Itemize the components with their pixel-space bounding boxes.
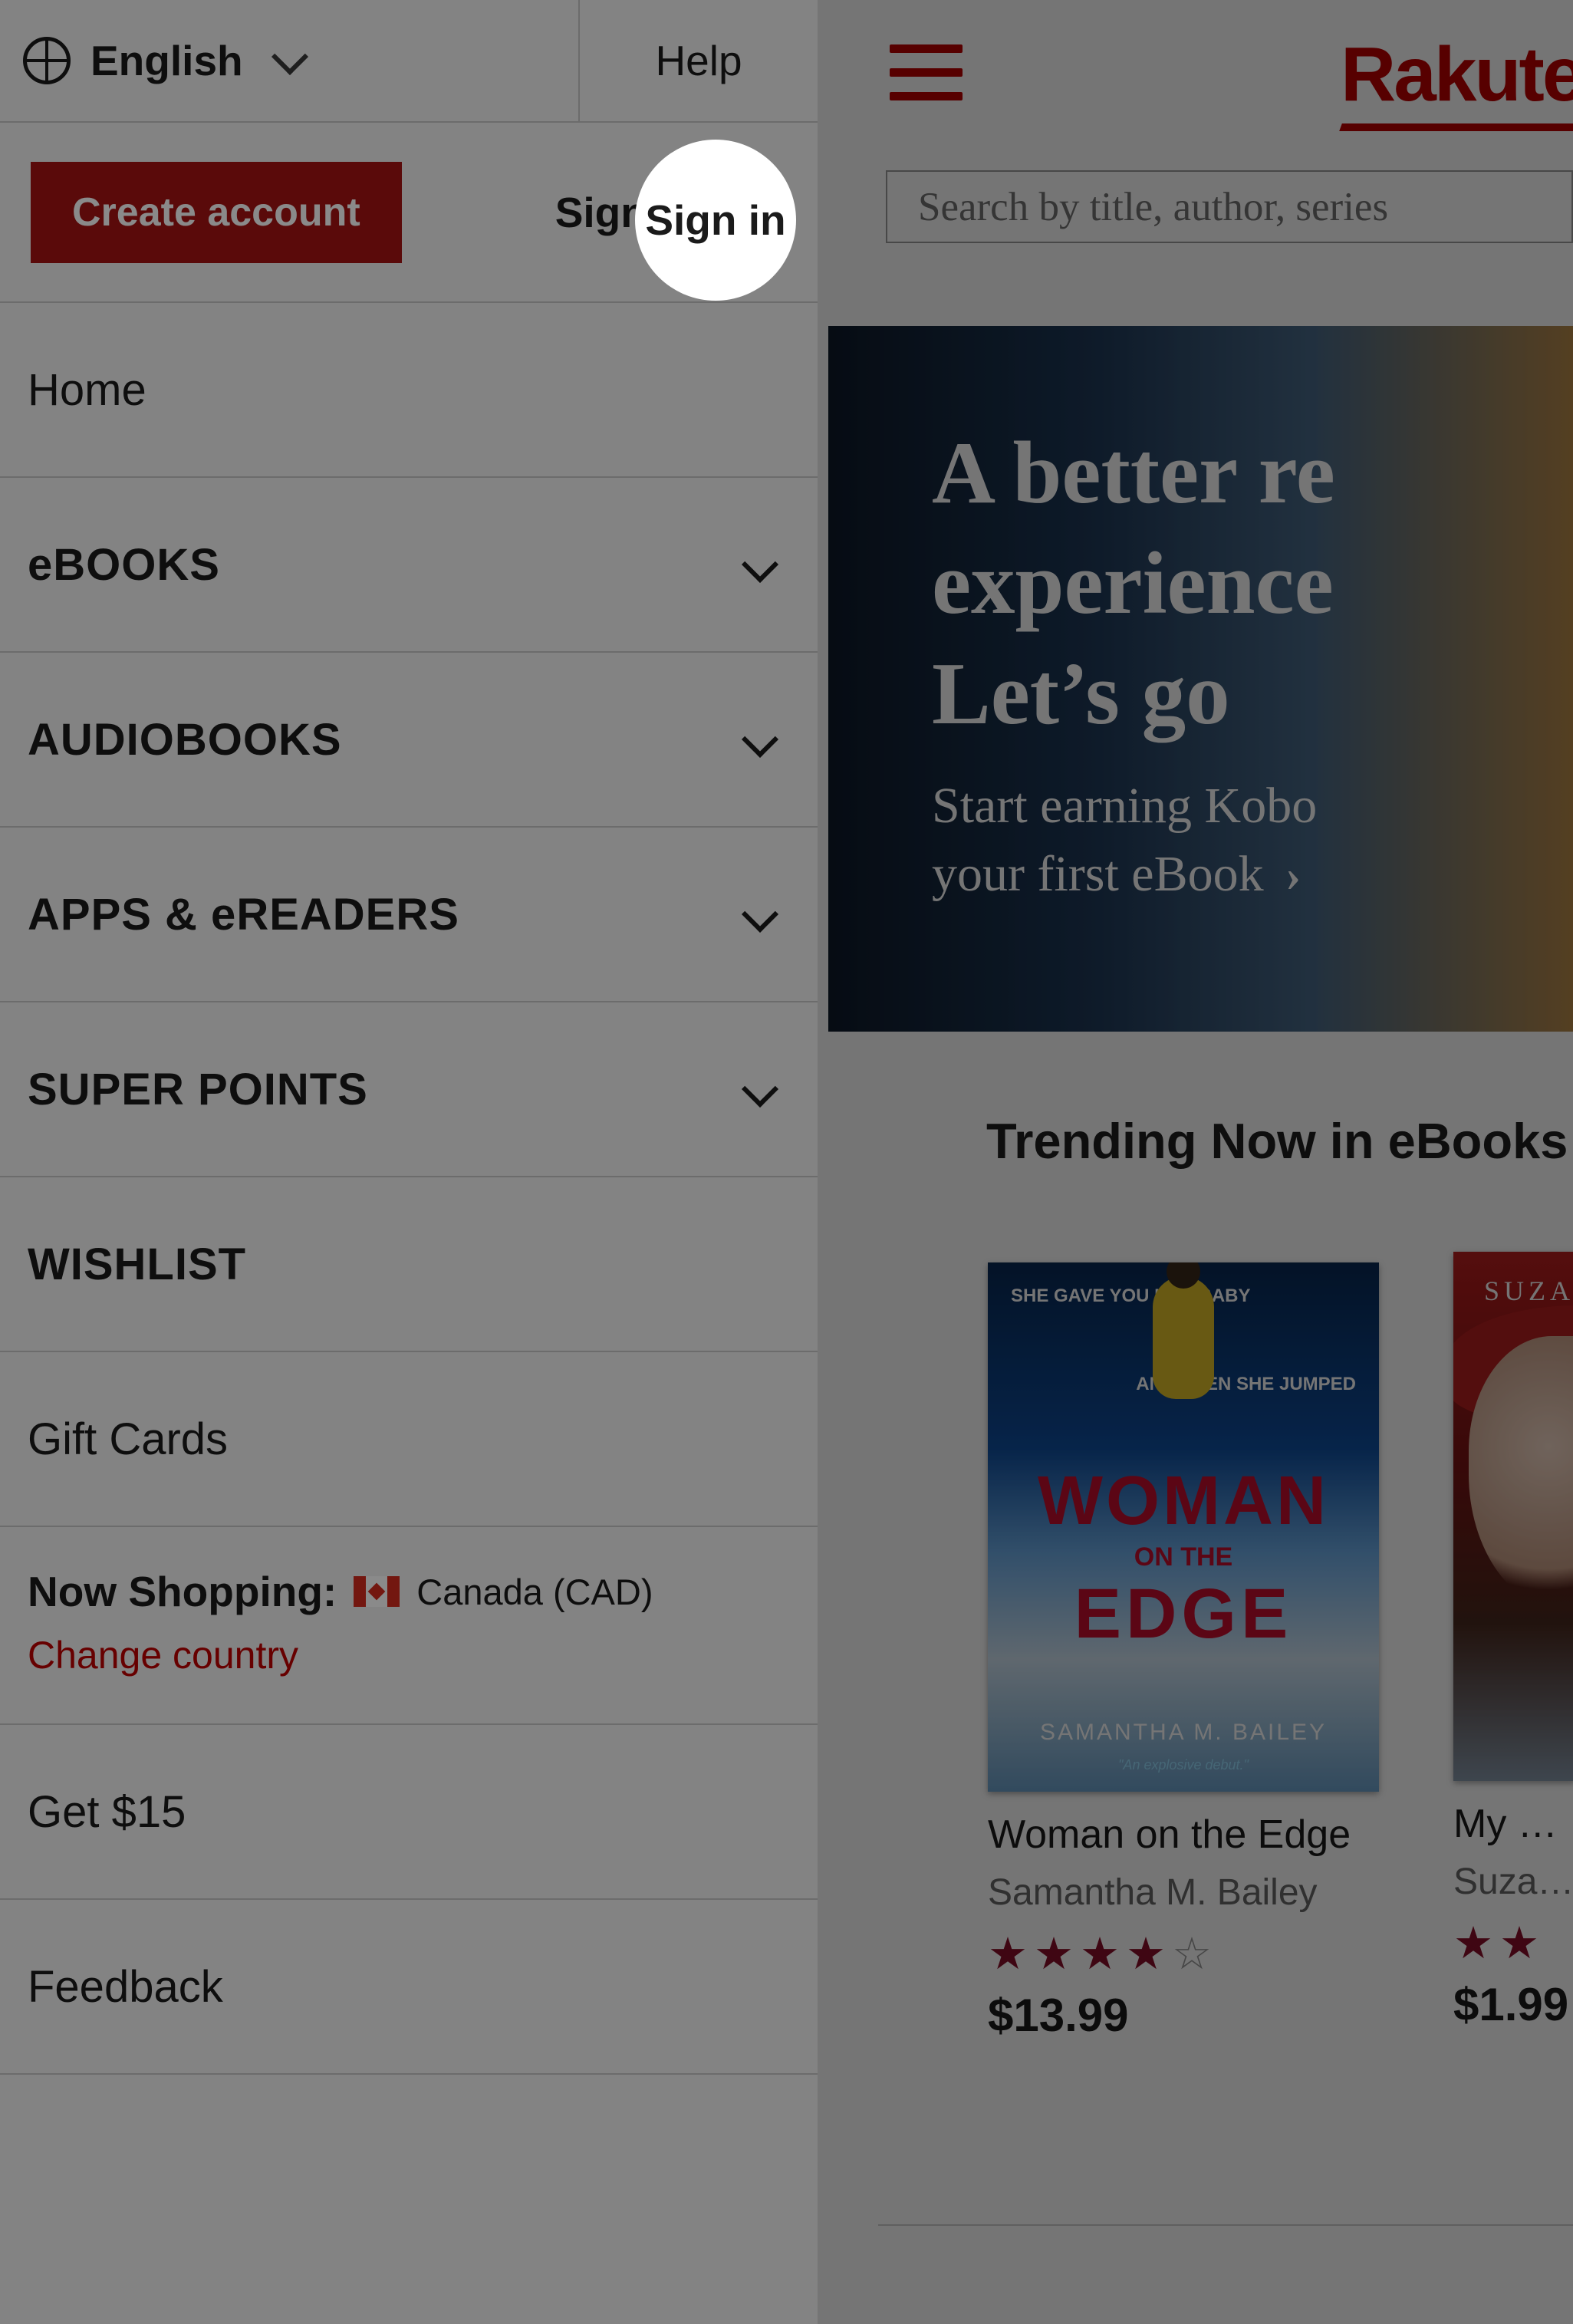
menu-item-feedback[interactable]: Feedback: [0, 1900, 818, 2075]
drawer-top-row: English Help: [0, 0, 818, 123]
menu-label: eBOOKS: [28, 539, 220, 591]
sign-in-highlight-label: Sign in: [645, 196, 785, 245]
menu-label: SUPER POINTS: [28, 1064, 368, 1115]
menu-item-get-15[interactable]: Get $15: [0, 1725, 818, 1900]
now-shopping-block: Now Shopping: Canada (CAD) Change countr…: [0, 1527, 818, 1725]
modal-backdrop[interactable]: [818, 0, 1573, 2324]
language-selector[interactable]: English: [0, 0, 578, 121]
menu-item-ebooks[interactable]: eBOOKS: [0, 478, 818, 653]
drawer-menu-list: Home eBOOKS AUDIOBOOKS APPS & eREADERS SUPER…: [0, 303, 818, 1527]
shopping-location: Canada (CAD): [416, 1571, 653, 1613]
menu-item-audiobooks[interactable]: AUDIOBOOKS: [0, 653, 818, 828]
menu-item-apps-ereaders[interactable]: APPS & eREADERS: [0, 828, 818, 1002]
menu-label: AUDIOBOOKS: [28, 714, 342, 765]
chevron-down-icon: [742, 546, 778, 583]
language-label: English: [90, 36, 243, 85]
now-shopping-label: Now Shopping:: [28, 1567, 337, 1616]
menu-label: WISHLIST: [28, 1239, 246, 1290]
chevron-down-icon: [742, 721, 778, 758]
canada-flag-icon: [354, 1576, 400, 1607]
change-country-link[interactable]: Change country: [28, 1633, 790, 1677]
menu-label: APPS & eREADERS: [28, 889, 459, 940]
sign-in-highlight[interactable]: Sign in: [635, 140, 796, 301]
menu-label: Get $15: [28, 1786, 186, 1838]
help-label: Help: [655, 36, 742, 85]
menu-item-home[interactable]: Home: [0, 303, 818, 478]
chevron-down-icon: [742, 896, 778, 933]
globe-icon: [23, 37, 71, 84]
menu-item-wishlist[interactable]: WISHLIST: [0, 1177, 818, 1352]
help-link[interactable]: Help: [578, 0, 818, 121]
create-account-button[interactable]: Create account: [31, 162, 402, 263]
navigation-drawer: English Help Create account Sign in Home…: [0, 0, 818, 2324]
menu-label: Home: [28, 364, 146, 416]
menu-label: Feedback: [28, 1961, 223, 2013]
menu-item-gift-cards[interactable]: Gift Cards: [0, 1352, 818, 1527]
chevron-down-icon: [742, 1071, 778, 1108]
menu-label: Gift Cards: [28, 1414, 228, 1465]
chevron-down-icon: [271, 38, 308, 75]
menu-item-super-points[interactable]: SUPER POINTS: [0, 1002, 818, 1177]
